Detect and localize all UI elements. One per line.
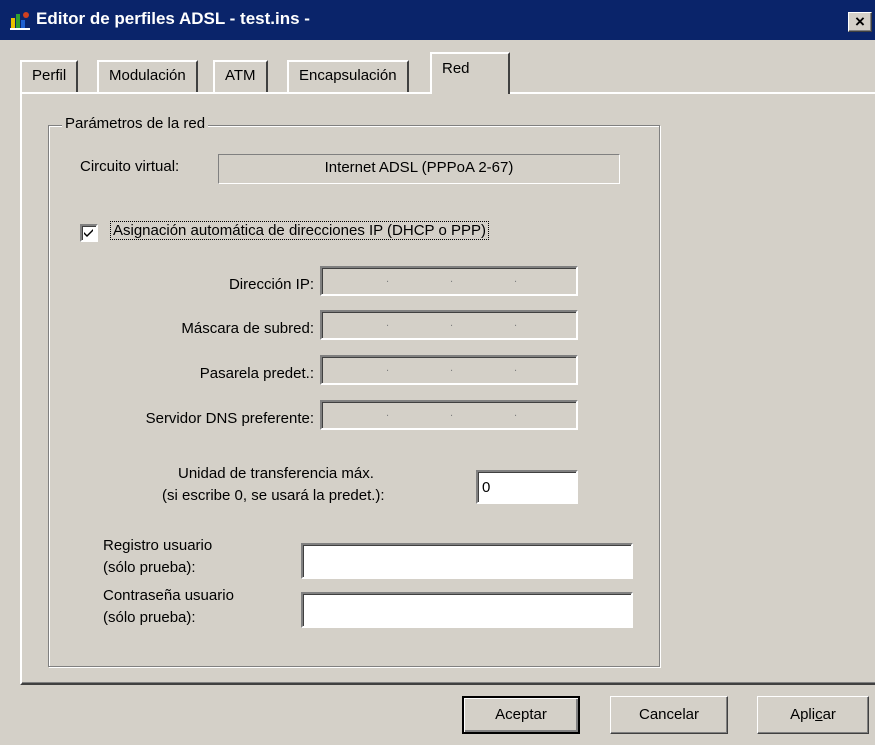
virtual-circuit-text: Internet ADSL (PPPoA 2-67) — [324, 159, 514, 176]
user-password-label-line2: (sólo prueba): — [103, 609, 196, 626]
close-button[interactable]: × — [848, 12, 872, 32]
apply-label-accelerator: c — [815, 706, 823, 723]
apply-label-start: Apli — [790, 706, 816, 723]
checkmark-icon — [84, 229, 93, 237]
accept-button-label: Aceptar — [495, 706, 547, 723]
adsl-profile-editor-window: Editor de perfiles ADSL - test.ins - × P… — [0, 0, 875, 745]
tab-label: ATM — [225, 67, 256, 84]
tab-label: Perfil — [32, 67, 67, 84]
title-bar[interactable]: Editor de perfiles ADSL - test.ins - × — [0, 0, 875, 40]
user-login-input[interactable] — [301, 543, 633, 579]
subnet-mask-label: Máscara de subred: — [181, 320, 314, 337]
close-icon: × — [855, 12, 865, 31]
user-password-label-line1: Contraseña usuario — [103, 587, 234, 604]
tab-label: Modulación — [109, 67, 186, 84]
default-gateway-label: Pasarela predet.: — [199, 365, 314, 382]
group-legend: Parámetros de la red — [62, 115, 209, 132]
ip-address-label: Dirección IP: — [228, 276, 314, 293]
preferred-dns-field: ... — [320, 400, 578, 430]
cancel-button[interactable]: Cancelar — [610, 696, 728, 734]
app-icon — [10, 12, 30, 30]
mtu-input[interactable] — [476, 470, 578, 504]
tab-atm[interactable]: ATM — [213, 60, 268, 92]
user-login-label-line1: Registro usuario — [103, 537, 213, 554]
window-title: Editor de perfiles ADSL - test.ins - — [36, 9, 310, 28]
tab-label: Encapsulación — [299, 67, 397, 84]
auto-ip-label[interactable]: Asignación automática de direcciones IP … — [110, 221, 489, 240]
cancel-button-label: Cancelar — [638, 706, 700, 723]
network-parameters-group — [48, 125, 660, 667]
auto-ip-checkbox[interactable] — [80, 224, 98, 242]
apply-button[interactable]: Aplicar — [757, 696, 869, 734]
default-gateway-field: ... — [320, 355, 578, 385]
preferred-dns-label: Servidor DNS preferente: — [145, 410, 314, 427]
user-password-input[interactable] — [301, 592, 633, 628]
mtu-label-line1: Unidad de transferencia máx. — [178, 465, 374, 482]
tab-modulacion[interactable]: Modulación — [97, 60, 198, 92]
tab-perfil[interactable]: Perfil — [20, 60, 79, 92]
subnet-mask-field: ... — [320, 310, 578, 340]
accept-button[interactable]: Aceptar — [462, 696, 580, 734]
user-login-label-line2: (sólo prueba): — [103, 559, 196, 576]
tab-label: Red — [442, 60, 470, 77]
virtual-circuit-value: Internet ADSL (PPPoA 2-67) — [218, 154, 620, 184]
apply-label-end: ar — [822, 706, 836, 723]
mtu-label-line2: (si escribe 0, se usará la predet.): — [162, 487, 385, 504]
tab-encapsulacion[interactable]: Encapsulación — [287, 60, 409, 92]
tab-red[interactable]: Red — [430, 52, 510, 94]
virtual-circuit-label: Circuito virtual: — [80, 158, 180, 175]
ip-address-field: ... — [320, 266, 578, 296]
